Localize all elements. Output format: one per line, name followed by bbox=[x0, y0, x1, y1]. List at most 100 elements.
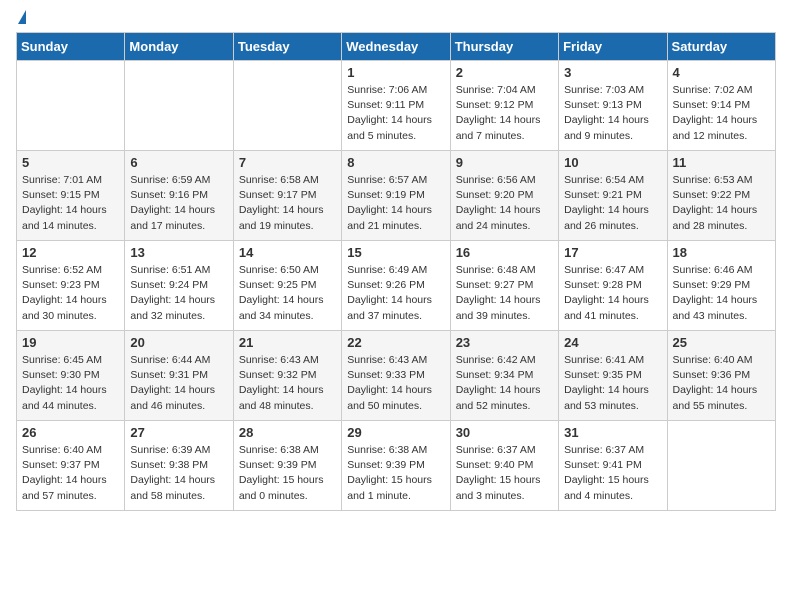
day-info: Sunrise: 7:06 AMSunset: 9:11 PMDaylight:… bbox=[347, 83, 444, 144]
day-number: 1 bbox=[347, 65, 444, 80]
day-info: Sunrise: 6:37 AMSunset: 9:40 PMDaylight:… bbox=[456, 443, 553, 504]
day-number: 3 bbox=[564, 65, 661, 80]
day-info: Sunrise: 6:51 AMSunset: 9:24 PMDaylight:… bbox=[130, 263, 227, 324]
day-info: Sunrise: 6:49 AMSunset: 9:26 PMDaylight:… bbox=[347, 263, 444, 324]
day-info: Sunrise: 6:45 AMSunset: 9:30 PMDaylight:… bbox=[22, 353, 119, 414]
day-number: 13 bbox=[130, 245, 227, 260]
day-number: 19 bbox=[22, 335, 119, 350]
calendar-cell: 16 Sunrise: 6:48 AMSunset: 9:27 PMDayligh… bbox=[450, 241, 558, 331]
calendar-cell: 11 Sunrise: 6:53 AMSunset: 9:22 PMDayligh… bbox=[667, 151, 775, 241]
calendar-cell: 19 Sunrise: 6:45 AMSunset: 9:30 PMDayligh… bbox=[17, 331, 125, 421]
day-info: Sunrise: 7:01 AMSunset: 9:15 PMDaylight:… bbox=[22, 173, 119, 234]
day-info: Sunrise: 6:40 AMSunset: 9:36 PMDaylight:… bbox=[673, 353, 770, 414]
calendar-cell: 12 Sunrise: 6:52 AMSunset: 9:23 PMDayligh… bbox=[17, 241, 125, 331]
calendar-cell bbox=[17, 61, 125, 151]
day-info: Sunrise: 6:47 AMSunset: 9:28 PMDaylight:… bbox=[564, 263, 661, 324]
day-number: 7 bbox=[239, 155, 336, 170]
calendar-week-row: 26 Sunrise: 6:40 AMSunset: 9:37 PMDayligh… bbox=[17, 421, 776, 511]
day-number: 20 bbox=[130, 335, 227, 350]
calendar-cell: 8 Sunrise: 6:57 AMSunset: 9:19 PMDaylight… bbox=[342, 151, 450, 241]
day-info: Sunrise: 6:39 AMSunset: 9:38 PMDaylight:… bbox=[130, 443, 227, 504]
day-info: Sunrise: 6:40 AMSunset: 9:37 PMDaylight:… bbox=[22, 443, 119, 504]
calendar-cell: 20Sunrise: 6:44 AMSunset: 9:31 PMDayligh… bbox=[125, 331, 233, 421]
day-number: 26 bbox=[22, 425, 119, 440]
day-number: 23 bbox=[456, 335, 553, 350]
col-header-friday: Friday bbox=[559, 33, 667, 61]
calendar-cell: 22 Sunrise: 6:43 AMSunset: 9:33 PMDayligh… bbox=[342, 331, 450, 421]
calendar-cell: 31 Sunrise: 6:37 AMSunset: 9:41 PMDayligh… bbox=[559, 421, 667, 511]
calendar-cell bbox=[667, 421, 775, 511]
col-header-wednesday: Wednesday bbox=[342, 33, 450, 61]
day-info: Sunrise: 6:43 AMSunset: 9:33 PMDaylight:… bbox=[347, 353, 444, 414]
day-info: Sunrise: 6:42 AMSunset: 9:34 PMDaylight:… bbox=[456, 353, 553, 414]
day-number: 15 bbox=[347, 245, 444, 260]
col-header-monday: Monday bbox=[125, 33, 233, 61]
day-number: 24 bbox=[564, 335, 661, 350]
day-info: Sunrise: 6:59 AMSunset: 9:16 PMDaylight:… bbox=[130, 173, 227, 234]
calendar-cell bbox=[125, 61, 233, 151]
day-number: 12 bbox=[22, 245, 119, 260]
page-header bbox=[16, 16, 776, 20]
day-info: Sunrise: 6:43 AMSunset: 9:32 PMDaylight:… bbox=[239, 353, 336, 414]
day-number: 22 bbox=[347, 335, 444, 350]
day-number: 27 bbox=[130, 425, 227, 440]
day-number: 21 bbox=[239, 335, 336, 350]
day-number: 18 bbox=[673, 245, 770, 260]
day-number: 5 bbox=[22, 155, 119, 170]
calendar-cell: 6 Sunrise: 6:59 AMSunset: 9:16 PMDaylight… bbox=[125, 151, 233, 241]
calendar-week-row: 19 Sunrise: 6:45 AMSunset: 9:30 PMDayligh… bbox=[17, 331, 776, 421]
calendar-week-row: 1 Sunrise: 7:06 AMSunset: 9:11 PMDaylight… bbox=[17, 61, 776, 151]
calendar-cell: 15 Sunrise: 6:49 AMSunset: 9:26 PMDayligh… bbox=[342, 241, 450, 331]
calendar-cell: 9Sunrise: 6:56 AMSunset: 9:20 PMDaylight… bbox=[450, 151, 558, 241]
day-number: 4 bbox=[673, 65, 770, 80]
calendar-cell: 24 Sunrise: 6:41 AMSunset: 9:35 PMDayligh… bbox=[559, 331, 667, 421]
day-info: Sunrise: 6:52 AMSunset: 9:23 PMDaylight:… bbox=[22, 263, 119, 324]
day-number: 2 bbox=[456, 65, 553, 80]
logo bbox=[16, 16, 26, 20]
calendar-table: SundayMondayTuesdayWednesdayThursdayFrid… bbox=[16, 32, 776, 511]
calendar-cell: 27 Sunrise: 6:39 AMSunset: 9:38 PMDayligh… bbox=[125, 421, 233, 511]
day-info: Sunrise: 6:54 AMSunset: 9:21 PMDaylight:… bbox=[564, 173, 661, 234]
day-info: Sunrise: 6:38 AMSunset: 9:39 PMDaylight:… bbox=[239, 443, 336, 504]
day-info: Sunrise: 7:03 AMSunset: 9:13 PMDaylight:… bbox=[564, 83, 661, 144]
calendar-week-row: 12 Sunrise: 6:52 AMSunset: 9:23 PMDayligh… bbox=[17, 241, 776, 331]
day-number: 8 bbox=[347, 155, 444, 170]
day-number: 11 bbox=[673, 155, 770, 170]
col-header-thursday: Thursday bbox=[450, 33, 558, 61]
calendar-header-row: SundayMondayTuesdayWednesdayThursdayFrid… bbox=[17, 33, 776, 61]
calendar-cell: 23 Sunrise: 6:42 AMSunset: 9:34 PMDayligh… bbox=[450, 331, 558, 421]
calendar-cell: 14Sunrise: 6:50 AMSunset: 9:25 PMDayligh… bbox=[233, 241, 341, 331]
logo-triangle-icon bbox=[18, 10, 26, 24]
day-info: Sunrise: 6:53 AMSunset: 9:22 PMDaylight:… bbox=[673, 173, 770, 234]
calendar-cell: 2 Sunrise: 7:04 AMSunset: 9:12 PMDaylight… bbox=[450, 61, 558, 151]
day-number: 16 bbox=[456, 245, 553, 260]
calendar-cell: 28Sunrise: 6:38 AMSunset: 9:39 PMDayligh… bbox=[233, 421, 341, 511]
day-number: 29 bbox=[347, 425, 444, 440]
day-info: Sunrise: 6:48 AMSunset: 9:27 PMDaylight:… bbox=[456, 263, 553, 324]
day-info: Sunrise: 7:04 AMSunset: 9:12 PMDaylight:… bbox=[456, 83, 553, 144]
day-info: Sunrise: 6:46 AMSunset: 9:29 PMDaylight:… bbox=[673, 263, 770, 324]
calendar-cell: 7 Sunrise: 6:58 AMSunset: 9:17 PMDaylight… bbox=[233, 151, 341, 241]
calendar-cell: 10 Sunrise: 6:54 AMSunset: 9:21 PMDayligh… bbox=[559, 151, 667, 241]
day-info: Sunrise: 6:56 AMSunset: 9:20 PMDaylight:… bbox=[456, 173, 553, 234]
day-info: Sunrise: 6:50 AMSunset: 9:25 PMDaylight:… bbox=[239, 263, 336, 324]
day-info: Sunrise: 6:58 AMSunset: 9:17 PMDaylight:… bbox=[239, 173, 336, 234]
calendar-cell: 26 Sunrise: 6:40 AMSunset: 9:37 PMDayligh… bbox=[17, 421, 125, 511]
col-header-sunday: Sunday bbox=[17, 33, 125, 61]
calendar-cell: 3 Sunrise: 7:03 AMSunset: 9:13 PMDaylight… bbox=[559, 61, 667, 151]
day-info: Sunrise: 6:41 AMSunset: 9:35 PMDaylight:… bbox=[564, 353, 661, 414]
calendar-cell: 13 Sunrise: 6:51 AMSunset: 9:24 PMDayligh… bbox=[125, 241, 233, 331]
calendar-cell: 1 Sunrise: 7:06 AMSunset: 9:11 PMDaylight… bbox=[342, 61, 450, 151]
day-number: 6 bbox=[130, 155, 227, 170]
day-number: 31 bbox=[564, 425, 661, 440]
calendar-cell: 5 Sunrise: 7:01 AMSunset: 9:15 PMDaylight… bbox=[17, 151, 125, 241]
calendar-cell: 18 Sunrise: 6:46 AMSunset: 9:29 PMDayligh… bbox=[667, 241, 775, 331]
day-info: Sunrise: 6:57 AMSunset: 9:19 PMDaylight:… bbox=[347, 173, 444, 234]
calendar-cell: 17Sunrise: 6:47 AMSunset: 9:28 PMDayligh… bbox=[559, 241, 667, 331]
calendar-cell bbox=[233, 61, 341, 151]
calendar-cell: 21 Sunrise: 6:43 AMSunset: 9:32 PMDayligh… bbox=[233, 331, 341, 421]
day-number: 25 bbox=[673, 335, 770, 350]
col-header-saturday: Saturday bbox=[667, 33, 775, 61]
day-number: 10 bbox=[564, 155, 661, 170]
day-info: Sunrise: 6:37 AMSunset: 9:41 PMDaylight:… bbox=[564, 443, 661, 504]
